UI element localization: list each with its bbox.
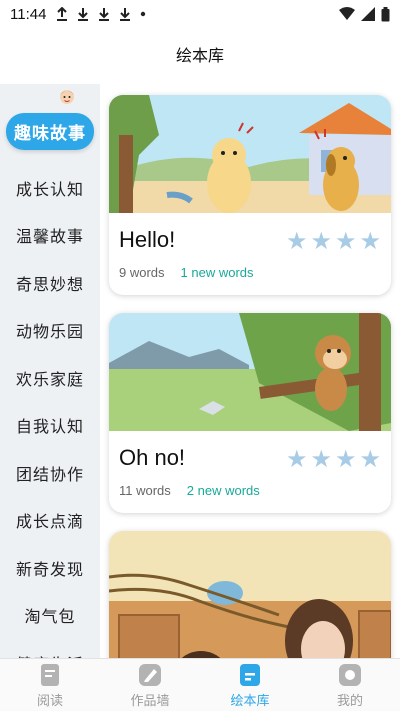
- page-title: 绘本库: [175, 46, 224, 65]
- book-list[interactable]: Hello! ★ ★ ★ ★ 9 words 1 new words Oh no…: [100, 84, 400, 658]
- wifi-icon: [339, 7, 355, 20]
- download-icon: [78, 8, 89, 21]
- download-icon: [99, 8, 110, 21]
- star-icon: ★: [334, 227, 357, 255]
- status-time: 11:44: [10, 5, 47, 23]
- word-count: 9 words: [119, 265, 165, 280]
- status-bar: 11:44: [0, 0, 400, 28]
- profile-icon: [339, 663, 361, 686]
- book-meta: 9 words 1 new words: [119, 265, 391, 280]
- category-item[interactable]: 成长认知: [0, 164, 100, 212]
- category-item[interactable]: 奇思妙想: [0, 259, 100, 307]
- category-item[interactable]: 健康生活: [0, 639, 100, 658]
- category-active-label[interactable]: 趣味故事: [6, 113, 94, 150]
- library-icon: [240, 663, 260, 686]
- child-mascot-icon: [60, 90, 74, 104]
- tab-library[interactable]: 绘本库: [200, 659, 300, 711]
- category-item[interactable]: 动物乐园: [0, 307, 100, 355]
- star-icon: ★: [334, 445, 357, 473]
- star-icon: ★: [285, 445, 308, 473]
- category-item[interactable]: 团结协作: [0, 449, 100, 497]
- tab-label: 我的: [336, 693, 363, 709]
- category-item[interactable]: 自我认知: [0, 402, 100, 450]
- category-sidebar[interactable]: 趣味故事 成长认知 温馨故事 奇思妙想 动物乐园 欢乐家庭 自我认知 团结协作 …: [0, 84, 100, 658]
- tab-label: 作品墙: [130, 693, 170, 709]
- book-meta: 11 words 2 new words: [119, 483, 391, 498]
- star-icon: ★: [359, 227, 381, 255]
- pencil-icon: [139, 663, 161, 686]
- battery-icon: [381, 6, 390, 21]
- category-item[interactable]: 欢乐家庭: [0, 354, 100, 402]
- category-item[interactable]: 淘气包: [0, 592, 100, 640]
- book-card[interactable]: Hello! ★ ★ ★ ★ 9 words 1 new words: [109, 95, 391, 295]
- category-item-active[interactable]: 趣味故事: [0, 84, 100, 164]
- star-icon: ★: [285, 227, 308, 255]
- category-item[interactable]: 温馨故事: [0, 212, 100, 260]
- star-rating: ★ ★ ★ ★: [286, 447, 381, 471]
- book-card[interactable]: Oh no! ★ ★ ★ ★ 11 words 2 new words: [109, 313, 391, 513]
- book-cover-illustration: [109, 531, 391, 658]
- signal-icon: [361, 7, 375, 21]
- book-cover-illustration: [109, 313, 391, 431]
- notification-icons: [56, 7, 146, 21]
- book-cover-illustration: [109, 95, 391, 213]
- star-rating: ★ ★ ★ ★: [286, 229, 381, 253]
- category-item[interactable]: 新奇发现: [0, 544, 100, 592]
- new-word-count: 2 new words: [186, 483, 260, 498]
- tab-reading[interactable]: 阅读: [0, 659, 100, 711]
- tab-works-wall[interactable]: 作品墙: [100, 659, 200, 711]
- category-item[interactable]: 成长点滴: [0, 497, 100, 545]
- dot-icon: [141, 11, 146, 17]
- system-icons: [339, 6, 390, 22]
- star-icon: ★: [359, 445, 381, 473]
- upload-icon: [57, 7, 68, 21]
- star-icon: ★: [310, 445, 332, 473]
- new-word-count: 1 new words: [180, 265, 254, 280]
- download-icon: [120, 8, 131, 21]
- book-card[interactable]: [109, 531, 391, 658]
- word-count: 11 words: [119, 483, 171, 498]
- star-icon: ★: [310, 227, 332, 255]
- tab-label: 绘本库: [230, 693, 270, 709]
- bottom-tab-bar: 阅读 作品墙 绘本库 我的: [0, 658, 400, 711]
- title-bar: 绘本库: [0, 28, 400, 80]
- tab-label: 阅读: [36, 693, 63, 709]
- book-icon: [41, 663, 59, 686]
- tab-profile[interactable]: 我的: [300, 659, 400, 711]
